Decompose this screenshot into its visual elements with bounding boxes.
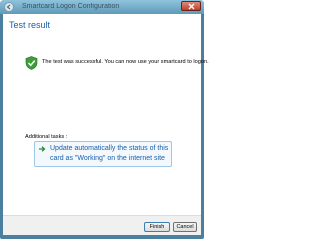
finish-button[interactable]: Finish [144, 222, 170, 232]
button-bar [3, 215, 201, 235]
close-button[interactable] [181, 1, 201, 11]
additional-tasks-label: Additional tasks : [25, 134, 68, 140]
green-shield-check-icon [25, 56, 38, 70]
task-link-text: Update automatically the status of this … [50, 145, 169, 162]
success-message: The test was successful. You can now use… [42, 59, 209, 65]
close-icon [188, 3, 195, 10]
back-arrow-icon[interactable] [4, 2, 14, 12]
title-bar[interactable]: Smartcard Logon Configuration [0, 0, 204, 14]
wizard-content [3, 14, 201, 215]
cancel-button[interactable]: Cancel [173, 222, 197, 232]
update-status-task-link[interactable]: Update automatically the status of this … [34, 141, 172, 167]
page-title: Test result [9, 20, 51, 30]
window-title: Smartcard Logon Configuration [22, 3, 120, 10]
green-arrow-icon [39, 146, 46, 152]
